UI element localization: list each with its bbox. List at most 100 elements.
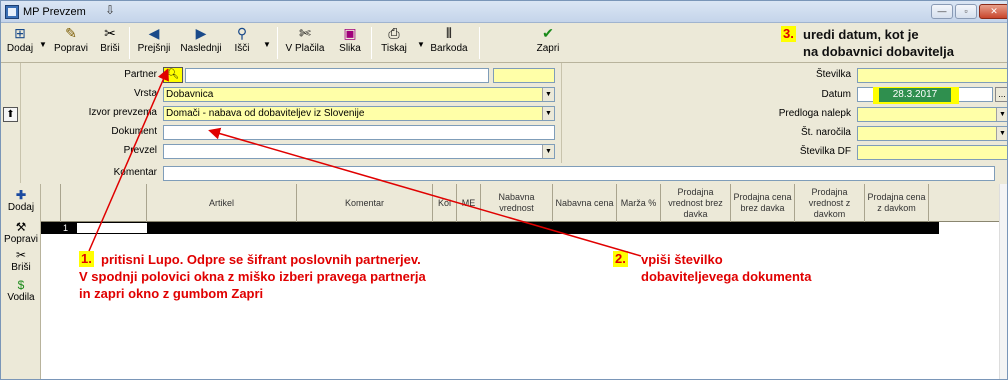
printer-icon: ⎙ [388, 25, 400, 41]
mouse-cursor-icon: ⇩ [105, 3, 116, 17]
annotation-1-line2: V spodnji polovici okna z miško izberi p… [79, 269, 426, 284]
row-active-cell[interactable] [77, 223, 147, 233]
popravi-button[interactable]: ✎ Popravi [51, 25, 91, 61]
chevron-down-icon[interactable]: ▼ [542, 88, 554, 101]
toolbar-separator [371, 27, 372, 59]
image-icon: ▣ [343, 25, 357, 41]
vrsta-value: Dobavnica [166, 89, 214, 100]
grid-header-corner [41, 184, 61, 222]
predloga-label: Predloga nalepk [778, 108, 851, 119]
izvor-label: Izvor prevzema [88, 107, 157, 118]
annotation-1-line3: in zapri okno z gumbom Zapri [79, 286, 264, 301]
title-bar: MP Prevzem ⇩ — ▫ ✕ [1, 1, 1007, 23]
dokument-label: Dokument [111, 126, 157, 137]
row-number: 1 [63, 223, 69, 233]
datum-label: Datum [821, 89, 851, 100]
col-prodajna-cena-brez[interactable]: Prodajna cena brez davka [731, 184, 795, 222]
grid-header-blank [61, 184, 147, 222]
v-placila-button[interactable]: ✄ V Plačila [283, 25, 327, 61]
chevron-down-icon[interactable]: ▼ [996, 127, 1007, 140]
partner-field[interactable] [185, 68, 489, 83]
side-dodaj-button[interactable]: ✚ Dodaj [1, 188, 41, 213]
naslednji-button[interactable]: ▶ Naslednji [177, 25, 225, 61]
hammer-icon: ⚒ [15, 220, 27, 234]
annotation-2-line2: dobaviteljevega dokumenta [641, 269, 812, 284]
annotation-1-number: 1. [79, 251, 94, 267]
stevilka-field[interactable] [857, 68, 1007, 83]
add-record-icon: ⊞ [14, 25, 26, 41]
left-strip: ⬆ [1, 63, 21, 183]
partner-label: Partner [124, 69, 157, 80]
side-toolbar: ✚ Dodaj ⚒ Popravi ✂ Briši $ Vodila [1, 184, 41, 379]
col-artikel[interactable]: Artikel [147, 184, 297, 222]
col-prodajna-vrednost-z[interactable]: Prodajna vrednost z davkom [795, 184, 865, 222]
date-picker-button[interactable]: ... [995, 87, 1007, 102]
barcode-icon: ⦀ [445, 25, 453, 41]
col-prodajna-cena-z[interactable]: Prodajna cena z davkom [865, 184, 929, 222]
annotation-3-line1: uredi datum, kot je [803, 27, 919, 42]
side-popravi-button[interactable]: ⚒ Popravi [1, 220, 41, 245]
toolbar-separator [129, 27, 130, 59]
dollar-icon: $ [17, 278, 25, 292]
partner-code-field[interactable] [493, 68, 555, 83]
tiskaj-button[interactable]: ⎙ Tiskaj [377, 25, 411, 61]
prevzel-label: Prevzel [123, 145, 157, 156]
vrsta-select[interactable]: Dobavnica ▼ [163, 87, 555, 102]
st-narocila-label: Št. naročila [800, 127, 851, 138]
col-me[interactable]: ME [457, 184, 481, 222]
vertical-scrollbar[interactable] [999, 184, 1007, 379]
arrow-right-icon: ▶ [195, 25, 207, 41]
chevron-down-icon[interactable]: ▼ [542, 107, 554, 120]
izvor-select[interactable]: Domači - nabava od dobaviteljev iz Slove… [163, 106, 555, 121]
stevilka-df-label: Številka DF [799, 146, 851, 157]
toolbar-separator [277, 27, 278, 59]
plus-icon: ✚ [15, 188, 27, 202]
zapri-button[interactable]: ✔ Zapri [531, 25, 565, 61]
prevzel-select[interactable]: ▼ [163, 144, 555, 159]
annotation-3-number: 3. [781, 26, 796, 42]
prejsnji-button[interactable]: ◀ Prejšnji [133, 25, 175, 61]
maximize-button[interactable]: ▫ [955, 4, 977, 19]
annotation-2-number: 2. [613, 251, 628, 267]
col-kol[interactable]: Kol [433, 184, 457, 222]
komentar-field[interactable] [163, 166, 995, 181]
col-prodajna-vrednost-brez[interactable]: Prodajna vrednost brez davka [661, 184, 731, 222]
close-button[interactable]: ✕ [979, 4, 1007, 19]
stevilka-label: Številka [815, 69, 851, 80]
slika-button[interactable]: ▣ Slika [335, 25, 365, 61]
chevron-down-icon[interactable]: ▼ [542, 145, 554, 158]
app-icon [5, 5, 19, 19]
dodaj-dropdown-icon[interactable]: ▼ [39, 40, 47, 49]
col-komentar[interactable]: Komentar [297, 184, 433, 222]
vrsta-label: Vrsta [134, 88, 157, 99]
brisi-button[interactable]: ✂ Briši [95, 25, 125, 61]
panel-separator [561, 63, 562, 163]
chevron-down-icon[interactable]: ▼ [996, 108, 1007, 121]
col-nabavna-vrednost[interactable]: Nabavna vrednost [481, 184, 553, 222]
lupa-search-icon[interactable]: 🔍︎ [163, 67, 183, 83]
dodaj-button[interactable]: ⊞ Dodaj [5, 25, 35, 61]
stevilka-df-field[interactable] [857, 145, 1007, 160]
col-marza[interactable]: Marža % [617, 184, 661, 222]
table-row[interactable]: 1 [41, 222, 939, 234]
search-icon: ⚲ [236, 25, 248, 41]
side-brisi-button[interactable]: ✂ Briši [1, 248, 41, 273]
minimize-button[interactable]: — [931, 4, 953, 19]
delete-icon: ✂ [104, 25, 116, 41]
dokument-field[interactable] [163, 125, 555, 140]
datum-value[interactable]: 28.3.2017 [879, 88, 951, 102]
barkoda-button[interactable]: ⦀ Barkoda [429, 25, 469, 61]
collapse-up-icon[interactable]: ⬆ [3, 107, 18, 122]
izvor-value: Domači - nabava od dobaviteljev iz Slove… [166, 108, 365, 119]
predloga-select[interactable]: ▼ [857, 107, 1007, 122]
side-vodila-button[interactable]: $ Vodila [1, 278, 41, 303]
st-narocila-select[interactable]: ▼ [857, 126, 1007, 141]
isci-button[interactable]: ⚲ Išči [229, 25, 255, 61]
col-nabavna-cena[interactable]: Nabavna cena [553, 184, 617, 222]
komentar-label: Komentar [113, 167, 157, 178]
tiskaj-dropdown-icon[interactable]: ▼ [417, 40, 425, 49]
isci-dropdown-icon[interactable]: ▼ [263, 40, 271, 49]
toolbar-separator [479, 27, 480, 59]
payment-icon: ✄ [299, 25, 311, 41]
window-title: MP Prevzem [23, 6, 86, 18]
